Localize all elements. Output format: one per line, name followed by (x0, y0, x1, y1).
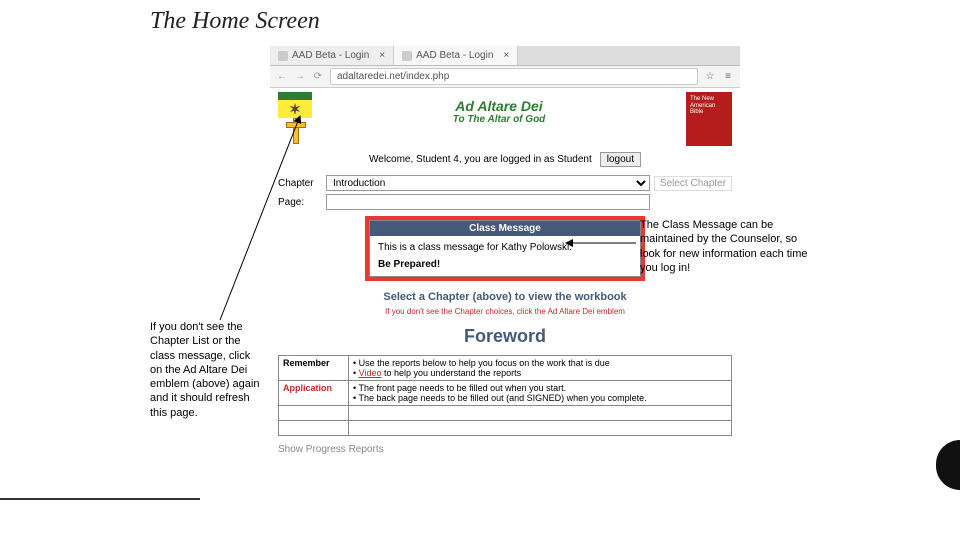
select-chapter-hint: If you don't see the Chapter choices, cl… (278, 307, 732, 316)
foreword-heading: Foreword (278, 326, 732, 347)
back-icon[interactable]: ← (276, 71, 288, 82)
browser-tabs: AAD Beta - Login × AAD Beta - Login × (270, 46, 740, 66)
welcome-text: Welcome, Student 4, you are logged in as… (369, 154, 592, 165)
menu-icon[interactable]: ≡ (722, 71, 734, 82)
tab-1-label: AAD Beta - Login (292, 50, 369, 61)
cell-application-content: • The front page needs to be filled out … (349, 381, 732, 406)
select-chapter-prompt: Select a Chapter (above) to view the wor… (278, 291, 732, 303)
info-table: Remember • Use the reports below to help… (278, 355, 732, 436)
close-icon[interactable]: × (379, 50, 385, 61)
slide-nav-icon[interactable] (936, 440, 960, 490)
emblem-icon[interactable]: ✶ (278, 92, 312, 142)
table-row: Remember • Use the reports below to help… (279, 356, 732, 381)
class-message-header: Class Message (370, 221, 640, 236)
page-select[interactable] (326, 194, 650, 210)
forward-icon[interactable]: → (294, 71, 306, 82)
address-bar: ← → ⟳ adaltaredei.net/index.php ☆ ≡ (270, 66, 740, 88)
site-title: Ad Altare Dei (322, 98, 676, 114)
close-icon[interactable]: × (503, 50, 509, 61)
url-field[interactable]: adaltaredei.net/index.php (330, 68, 698, 85)
video-link[interactable]: Video (359, 368, 382, 378)
class-message-text: This is a class message for Kathy Polows… (378, 242, 632, 253)
class-message-box: Class Message This is a class message fo… (365, 216, 645, 281)
page-label: Page: (278, 197, 322, 208)
chapter-select[interactable]: Introduction (326, 175, 650, 191)
logout-button[interactable]: logout (600, 152, 641, 167)
bible-book-icon[interactable]: The New American Bible (686, 92, 732, 146)
title-underline (0, 498, 200, 500)
site-subtitle: To The Altar of God (322, 114, 676, 125)
table-row: Application • The front page needs to be… (279, 381, 732, 406)
cell-remember: Remember (279, 356, 349, 381)
table-row (279, 421, 732, 436)
tab-2[interactable]: AAD Beta - Login × (394, 46, 518, 65)
tab-1[interactable]: AAD Beta - Login × (270, 46, 394, 65)
table-row (279, 406, 732, 421)
select-chapter-button[interactable]: Select Chapter (654, 176, 732, 191)
favicon-icon (402, 51, 412, 61)
cell-remember-content: • Use the reports below to help you focu… (349, 356, 732, 381)
annotation-left: If you don't see the Chapter List or the… (150, 320, 265, 420)
show-progress-reports-link[interactable]: Show Progress Reports (278, 444, 732, 455)
annotation-right: The Class Message can be maintained by t… (640, 218, 820, 275)
cell-application: Application (279, 381, 349, 406)
chapter-label: Chapter (278, 178, 322, 189)
slide-title: The Home Screen (150, 8, 320, 35)
tab-2-label: AAD Beta - Login (416, 50, 493, 61)
browser-screenshot: AAD Beta - Login × AAD Beta - Login × ← … (270, 46, 740, 540)
favicon-icon (278, 51, 288, 61)
reload-icon[interactable]: ⟳ (312, 71, 324, 82)
star-icon[interactable]: ☆ (704, 71, 716, 82)
class-message-bold: Be Prepared! (378, 259, 632, 270)
